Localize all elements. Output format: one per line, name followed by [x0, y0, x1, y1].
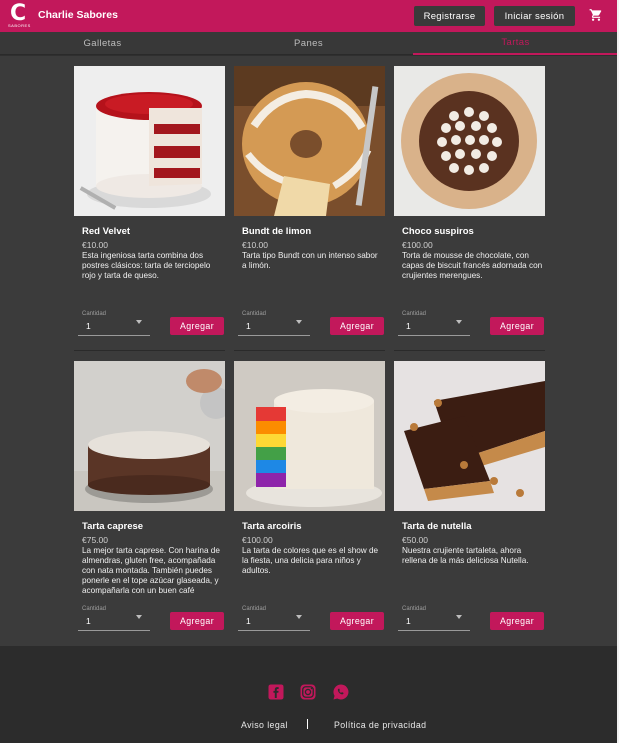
product-description: Nuestra crujiente tartaleta, ahora relle… — [402, 546, 529, 565]
brand-name[interactable]: Charlie Sabores — [38, 9, 118, 21]
quantity-label: Cantidad — [242, 606, 267, 612]
dropdown-arrow-icon — [296, 320, 302, 324]
dropdown-arrow-icon — [136, 615, 142, 619]
add-to-cart-button[interactable]: Agregar — [170, 612, 224, 630]
logo-subtitle: SABORES — [8, 23, 31, 28]
product-card: Tarta de nutella €50.00 Nuestra crujient… — [394, 351, 545, 641]
product-description: La mejor tarta caprese. Con harina de al… — [82, 546, 220, 595]
dropdown-arrow-icon — [296, 615, 302, 619]
whatsapp-icon[interactable] — [332, 683, 350, 701]
product-description: La tarta de colores que es el show de la… — [242, 546, 379, 575]
facebook-icon[interactable] — [267, 683, 285, 701]
add-to-cart-button[interactable]: Agregar — [330, 317, 384, 335]
product-title: Tarta caprese — [82, 521, 144, 532]
product-price: €75.00 — [82, 535, 108, 545]
add-to-cart-button[interactable]: Agregar — [170, 317, 224, 335]
brand-logo[interactable]: C SABORES — [8, 1, 32, 30]
dropdown-arrow-icon — [136, 320, 142, 324]
top-app-bar: C SABORES Charlie Sabores Registrarse In… — [0, 0, 617, 32]
product-price: €10.00 — [242, 240, 268, 250]
product-title: Tarta de nutella — [402, 521, 472, 532]
quantity-label: Cantidad — [242, 311, 267, 317]
add-to-cart-button[interactable]: Agregar — [330, 612, 384, 630]
quantity-value: 1 — [406, 321, 411, 331]
quantity-label: Cantidad — [402, 606, 427, 612]
quantity-label: Cantidad — [82, 606, 107, 612]
quantity-select[interactable]: Cantidad 1 — [398, 604, 470, 631]
tab-galletas[interactable]: Galletas — [0, 32, 205, 55]
product-image-tarta-de-nutella[interactable] — [394, 361, 545, 511]
dropdown-arrow-icon — [456, 320, 462, 324]
quantity-value: 1 — [86, 321, 91, 331]
quantity-value: 1 — [406, 616, 411, 626]
login-button[interactable]: Iniciar sesión — [494, 6, 575, 26]
product-price: €100.00 — [242, 535, 273, 545]
category-tabs: Galletas Panes Tartas — [0, 32, 618, 55]
product-card: Red Velvet €10.00 Esta ingeniosa tarta c… — [74, 56, 225, 351]
product-description: Torta de mousse de chocolate, con capas … — [402, 251, 543, 280]
tab-panes[interactable]: Panes — [206, 32, 411, 55]
add-to-cart-button[interactable]: Agregar — [490, 612, 544, 630]
product-price: €10.00 — [82, 240, 108, 250]
dropdown-arrow-icon — [456, 615, 462, 619]
product-image-choco-suspiros[interactable] — [394, 66, 545, 216]
privacy-policy-link[interactable]: Política de privacidad — [334, 720, 426, 730]
legal-notice-link[interactable]: Aviso legal — [241, 720, 288, 730]
quantity-value: 1 — [246, 616, 251, 626]
product-card: Choco suspiros €100.00 Torta de mousse d… — [394, 56, 545, 351]
product-image-tarta-arcoiris[interactable] — [234, 361, 385, 511]
product-description: Tarta tipo Bundt con un intenso sabor a … — [242, 251, 378, 270]
product-title: Choco suspiros — [402, 226, 474, 237]
product-card: Bundt de limon €10.00 Tarta tipo Bundt c… — [234, 56, 385, 351]
product-title: Bundt de limon — [242, 226, 312, 237]
quantity-select[interactable]: Cantidad 1 — [78, 604, 150, 631]
product-image-bundt-de-limon[interactable] — [234, 66, 385, 216]
product-price: €50.00 — [402, 535, 428, 545]
product-grid: Red Velvet €10.00 Esta ingeniosa tarta c… — [0, 56, 617, 646]
product-card: Tarta arcoiris €100.00 La tarta de color… — [234, 351, 385, 641]
product-price: €100.00 — [402, 240, 433, 250]
register-button[interactable]: Registrarse — [414, 6, 485, 26]
quantity-select[interactable]: Cantidad 1 — [238, 309, 310, 336]
quantity-label: Cantidad — [402, 311, 427, 317]
quantity-value: 1 — [246, 321, 251, 331]
product-title: Red Velvet — [82, 226, 131, 237]
product-title: Tarta arcoiris — [242, 521, 302, 532]
footer-divider — [307, 719, 308, 729]
product-description: Esta ingeniosa tarta combina dos postres… — [82, 251, 211, 280]
product-image-tarta-caprese[interactable] — [74, 361, 225, 511]
tab-tartas[interactable]: Tartas — [413, 32, 618, 55]
product-card: Tarta caprese €75.00 La mejor tarta capr… — [74, 351, 225, 641]
quantity-label: Cantidad — [82, 311, 107, 317]
add-to-cart-button[interactable]: Agregar — [490, 317, 544, 335]
product-image-red-velvet[interactable] — [74, 66, 225, 216]
instagram-icon[interactable] — [299, 683, 317, 701]
quantity-select[interactable]: Cantidad 1 — [398, 309, 470, 336]
quantity-select[interactable]: Cantidad 1 — [238, 604, 310, 631]
footer: Aviso legal Política de privacidad — [0, 646, 617, 743]
quantity-select[interactable]: Cantidad 1 — [78, 309, 150, 336]
cart-icon[interactable] — [589, 8, 603, 22]
quantity-value: 1 — [86, 616, 91, 626]
